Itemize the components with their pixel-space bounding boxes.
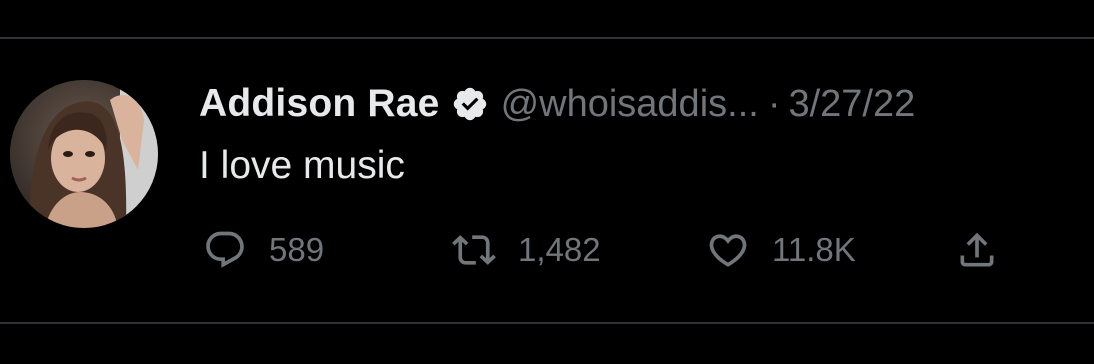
retweet-button[interactable]: 1,482 — [452, 225, 601, 275]
tweet-header: Addison Rae @whoisaddis... · 3/27/22 — [199, 79, 915, 129]
action-bar: 589 1,482 11.8K — [0, 225, 1094, 275]
like-count: 11.8K — [772, 231, 856, 268]
tweet-text: I love music — [199, 144, 405, 187]
share-button[interactable] — [955, 225, 999, 275]
bottom-divider — [0, 322, 1094, 324]
author-display-name[interactable]: Addison Rae — [199, 82, 440, 126]
reply-button[interactable]: 589 — [203, 225, 324, 275]
heart-icon — [706, 228, 750, 272]
reply-count: 589 — [269, 231, 325, 268]
share-icon — [955, 228, 999, 272]
retweet-icon — [452, 228, 496, 272]
separator-dot: · — [767, 82, 781, 125]
reply-icon — [203, 228, 247, 272]
avatar[interactable] — [10, 80, 158, 228]
tweet-date[interactable]: 3/27/22 — [788, 83, 915, 126]
verified-badge-icon — [451, 85, 489, 123]
author-handle[interactable]: @whoisaddis... — [501, 83, 759, 126]
retweet-count: 1,482 — [518, 231, 601, 268]
tweet[interactable]: Addison Rae @whoisaddis... · 3/27/22 I l… — [0, 39, 1094, 322]
like-button[interactable]: 11.8K — [706, 225, 856, 275]
